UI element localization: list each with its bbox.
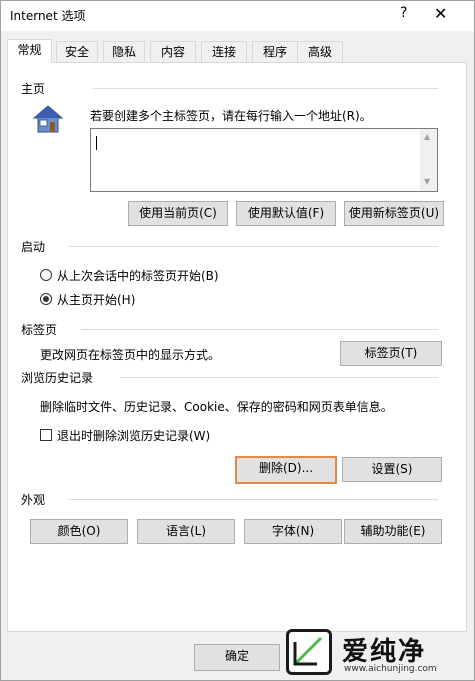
homepage-address-input[interactable]: ▲ ▼ bbox=[90, 128, 438, 192]
tabs-description: 更改网页在标签页中的显示方式。 bbox=[40, 348, 221, 362]
delete-on-exit-label[interactable]: 退出时删除浏览历史记录(W) bbox=[57, 427, 210, 444]
startup-last-session-label[interactable]: 从上次会话中的标签页开始(B) bbox=[57, 267, 219, 284]
history-divider bbox=[120, 377, 438, 378]
startup-homepage-label[interactable]: 从主页开始(H) bbox=[57, 291, 135, 308]
general-tab-panel: 主页 若要创建多个主标签页，请在每行输入一个地址(R)。 ▲ ▼ 使用当前页(C… bbox=[7, 62, 467, 632]
history-description: 删除临时文件、历史记录、Cookie、保存的密码和网页表单信息。 bbox=[40, 400, 393, 414]
tab-programs[interactable]: 程序 bbox=[252, 41, 298, 62]
tab-strip: 常规 安全 隐私 内容 连接 程序 高级 bbox=[7, 39, 467, 63]
internet-options-dialog: Internet 选项 ? ✕ 常规 安全 隐私 内容 连接 程序 高级 主页 … bbox=[0, 0, 475, 681]
tab-advanced[interactable]: 高级 bbox=[297, 41, 343, 62]
appearance-section-label: 外观 bbox=[21, 493, 46, 507]
appearance-divider bbox=[68, 499, 438, 500]
history-settings-button[interactable]: 设置(S) bbox=[342, 457, 442, 482]
watermark-logo: 爱纯净 www.aichunjing.com bbox=[284, 629, 472, 679]
tab-general[interactable]: 常规 bbox=[7, 39, 52, 63]
tabs-section-label: 标签页 bbox=[21, 323, 58, 337]
ok-button[interactable]: 确定 bbox=[194, 644, 280, 671]
delete-on-exit-checkbox[interactable] bbox=[40, 429, 52, 441]
languages-button[interactable]: 语言(L) bbox=[137, 519, 235, 544]
help-button[interactable]: ? bbox=[400, 5, 407, 21]
watermark-icon bbox=[286, 629, 332, 675]
close-button[interactable]: ✕ bbox=[434, 4, 447, 23]
tab-content[interactable]: 内容 bbox=[150, 41, 196, 62]
use-new-tab-button[interactable]: 使用新标签页(U) bbox=[344, 201, 444, 226]
accessibility-button[interactable]: 辅助功能(E) bbox=[344, 519, 442, 544]
delete-history-button[interactable]: 删除(D)... bbox=[235, 456, 337, 484]
house-icon bbox=[32, 105, 64, 133]
text-caret bbox=[96, 136, 97, 150]
tabs-divider bbox=[81, 329, 438, 330]
history-section-label: 浏览历史记录 bbox=[21, 371, 94, 385]
startup-divider bbox=[68, 246, 438, 247]
homepage-input-scrollbar[interactable]: ▲ ▼ bbox=[420, 129, 437, 191]
homepage-section-label: 主页 bbox=[21, 82, 46, 96]
window-title: Internet 选项 bbox=[10, 9, 86, 23]
homepage-description: 若要创建多个主标签页，请在每行输入一个地址(R)。 bbox=[90, 109, 372, 123]
startup-section-label: 启动 bbox=[21, 240, 46, 254]
title-bar: Internet 选项 ? ✕ bbox=[1, 1, 474, 31]
tabs-settings-button[interactable]: 标签页(T) bbox=[340, 341, 442, 366]
use-current-button[interactable]: 使用当前页(C) bbox=[128, 201, 228, 226]
tab-security[interactable]: 安全 bbox=[56, 41, 98, 62]
scroll-up-icon[interactable]: ▲ bbox=[424, 132, 430, 141]
scroll-down-icon[interactable]: ▼ bbox=[424, 177, 430, 186]
tab-connections[interactable]: 连接 bbox=[201, 41, 247, 62]
use-default-button[interactable]: 使用默认值(F) bbox=[236, 201, 336, 226]
tab-privacy[interactable]: 隐私 bbox=[103, 41, 145, 62]
watermark-text: 爱纯净 bbox=[342, 637, 427, 667]
startup-homepage-radio[interactable] bbox=[40, 293, 52, 305]
fonts-button[interactable]: 字体(N) bbox=[244, 519, 342, 544]
homepage-divider bbox=[93, 88, 438, 89]
colors-button[interactable]: 颜色(O) bbox=[30, 519, 128, 544]
startup-last-session-radio[interactable] bbox=[40, 269, 52, 281]
watermark-url: www.aichunjing.com bbox=[344, 664, 437, 674]
